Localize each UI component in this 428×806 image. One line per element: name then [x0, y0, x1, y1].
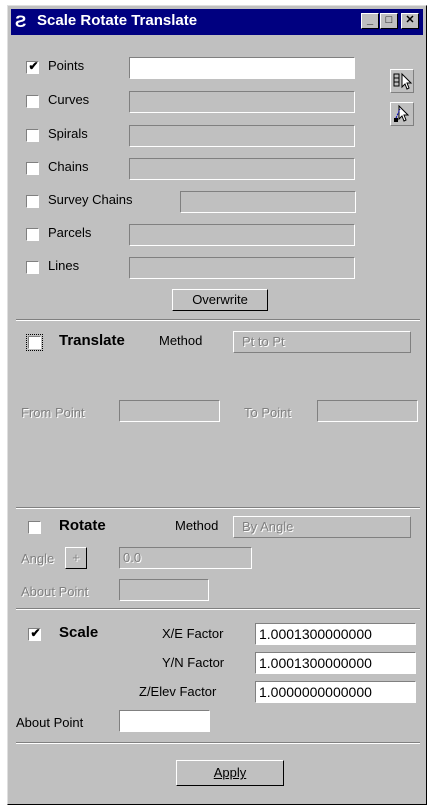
rotate-method-label: Method [175, 518, 219, 533]
chains-checkbox[interactable] [26, 162, 39, 175]
check-mark-icon: ✔ [30, 626, 41, 640]
separator [16, 507, 420, 509]
minimize-button[interactable]: _ [361, 13, 379, 29]
lines-input[interactable] [129, 257, 355, 279]
rotate-label: Rotate [59, 517, 106, 534]
rotate-about-point-input[interactable] [119, 579, 209, 601]
spirals-input[interactable] [129, 125, 355, 147]
parcels-label: Parcels [48, 225, 92, 240]
spirals-label: Spirals [48, 126, 88, 141]
translate-method-dropdown[interactable]: Pt to Pt [233, 331, 411, 353]
rotate-checkbox[interactable] [28, 521, 41, 534]
curves-input[interactable] [129, 91, 355, 113]
from-point-label: From Point [21, 405, 85, 420]
curves-label: Curves [48, 92, 90, 107]
survey-chains-input[interactable] [180, 191, 356, 213]
yn-factor-label: Y/N Factor [162, 655, 225, 670]
apply-button[interactable]: Apply [176, 760, 284, 786]
separator [16, 742, 420, 744]
translate-method-label: Method [159, 333, 203, 348]
pick-point-icon[interactable] [390, 102, 414, 126]
xe-factor-label: X/E Factor [162, 626, 224, 641]
ze-factor-label: Z/Elev Factor [139, 684, 217, 699]
translate-label: Translate [59, 332, 125, 349]
overwrite-button[interactable]: Overwrite [172, 289, 268, 311]
survey-chains-label: Survey Chains [48, 192, 133, 207]
yn-factor-input[interactable]: 1.0001300000000 [255, 652, 416, 674]
parcels-input[interactable] [129, 224, 355, 246]
select-elements-icon[interactable] [390, 69, 414, 93]
separator [16, 319, 420, 321]
points-label: Points [48, 58, 85, 73]
angle-input[interactable]: 0.0 [119, 547, 252, 569]
points-input[interactable] [129, 57, 355, 79]
lines-checkbox[interactable] [26, 261, 39, 274]
from-point-input[interactable] [119, 400, 220, 422]
spirals-checkbox[interactable] [26, 129, 39, 142]
dialog-window: Ƨ Scale Rotate Translate _ □ ✕ ✔ Points … [7, 5, 427, 805]
xe-factor-input[interactable]: 1.0001300000000 [255, 623, 416, 645]
scale-label: Scale [59, 624, 99, 641]
survey-chains-checkbox[interactable] [26, 195, 39, 208]
scale-about-point-label: About Point [16, 715, 84, 730]
scale-about-point-input[interactable] [119, 710, 210, 732]
translate-checkbox[interactable] [26, 334, 43, 351]
app-logo-icon: Ƨ [15, 12, 27, 31]
to-point-input[interactable] [317, 400, 418, 422]
maximize-button[interactable]: □ [380, 13, 398, 29]
title-bar[interactable]: Ƨ Scale Rotate Translate _ □ ✕ [11, 9, 423, 35]
to-point-label: To Point [244, 405, 291, 420]
lines-label: Lines [48, 258, 80, 273]
angle-sign-button[interactable]: + [65, 547, 87, 569]
window-title: Scale Rotate Translate [37, 12, 198, 29]
angle-label: Angle [21, 551, 55, 566]
curves-checkbox[interactable] [26, 95, 39, 108]
chains-input[interactable] [129, 158, 355, 180]
close-button[interactable]: ✕ [401, 13, 419, 29]
check-mark-icon: ✔ [28, 59, 39, 73]
rotate-method-dropdown[interactable]: By Angle [233, 516, 411, 538]
separator [16, 608, 420, 610]
scale-checkbox[interactable]: ✔ [28, 626, 41, 641]
chains-label: Chains [48, 159, 89, 174]
parcels-checkbox[interactable] [26, 228, 39, 241]
points-checkbox[interactable]: ✔ [26, 59, 39, 74]
ze-factor-input[interactable]: 1.0000000000000 [255, 681, 416, 703]
rotate-about-point-label: About Point [21, 584, 89, 599]
